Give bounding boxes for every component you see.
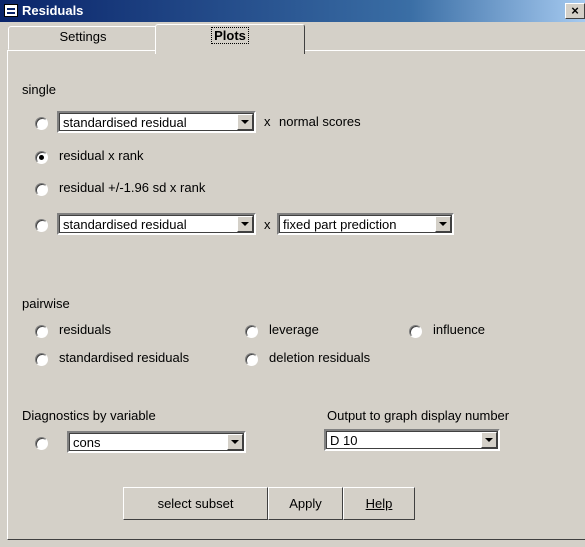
close-button[interactable]: ×: [565, 3, 585, 19]
title-bar: Residuals ×: [0, 0, 585, 22]
tab-settings[interactable]: Settings: [8, 26, 158, 50]
plots-panel: [7, 50, 585, 540]
tab-plots-label: Plots: [211, 27, 249, 44]
app-icon: [4, 4, 18, 17]
tab-settings-label: Settings: [59, 29, 107, 44]
tab-plots[interactable]: Plots: [155, 24, 305, 54]
window-title: Residuals: [22, 3, 84, 18]
